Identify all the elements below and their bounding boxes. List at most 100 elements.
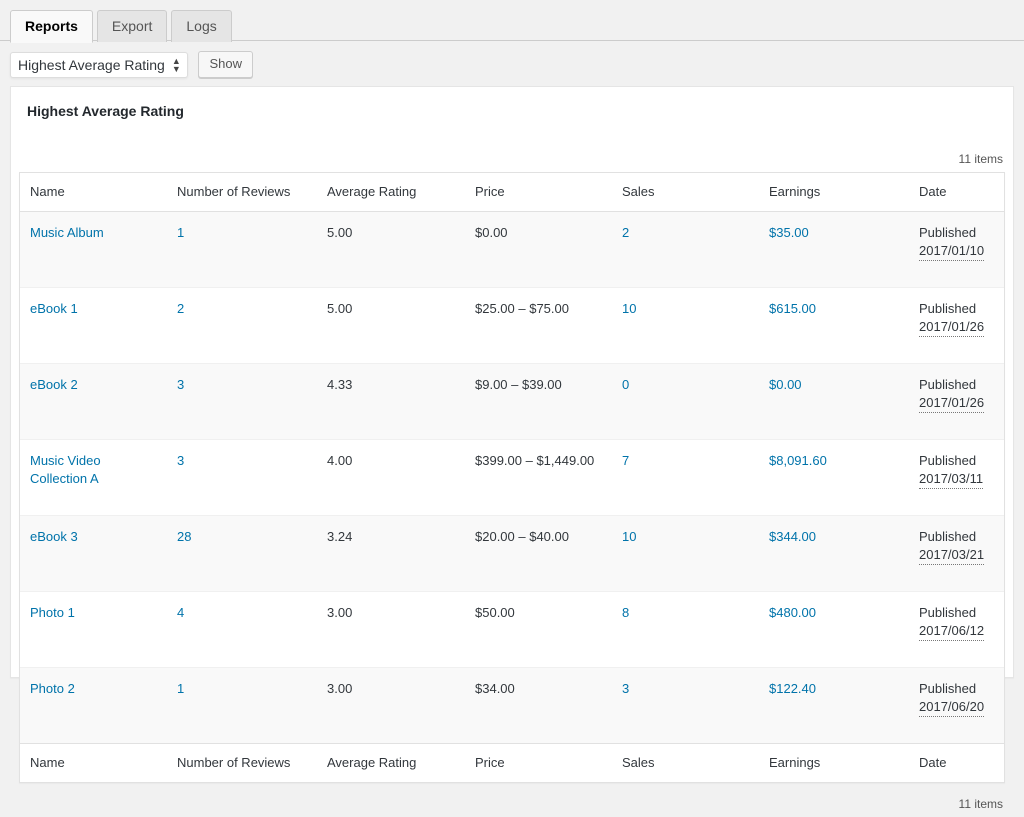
items-count-bottom: 11 items — [958, 797, 1003, 811]
tab-reports[interactable]: Reports — [10, 10, 93, 43]
cell-name: Photo 2 — [20, 668, 167, 743]
sales-count-link[interactable]: 3 — [622, 681, 629, 696]
table-header-row: Name Number of Reviews Average Rating Pr… — [20, 173, 1004, 212]
earnings-link[interactable]: $480.00 — [769, 605, 816, 620]
cell-sales: 0 — [612, 364, 759, 440]
cell-date: Published 2017/06/12 — [909, 592, 1004, 668]
sales-count-link[interactable]: 2 — [622, 225, 629, 240]
table-body: Music Album 1 5.00 $0.00 2 $35.00 Published 201… — [20, 212, 1004, 743]
table-row: eBook 1 2 5.00 $25.00 – $75.00 10 $615.00 Publ… — [20, 288, 1004, 364]
column-header-price[interactable]: Price — [465, 173, 612, 212]
cell-reviews: 1 — [167, 668, 317, 743]
column-header-rating[interactable]: Average Rating — [317, 173, 465, 212]
column-footer-price[interactable]: Price — [465, 743, 612, 782]
sales-count-link[interactable]: 10 — [622, 301, 636, 316]
date-value: 2017/06/12 — [919, 622, 985, 641]
cell-average-rating: 5.00 — [317, 288, 465, 364]
reviews-count-link[interactable]: 3 — [177, 453, 184, 468]
date-status-label: Published — [919, 225, 977, 240]
column-header-reviews[interactable]: Number of Reviews — [167, 173, 317, 212]
product-name-link[interactable]: Photo 2 — [30, 681, 75, 696]
select-updown-arrow-icon: ▲ ▼ — [171, 56, 181, 74]
report-type-select[interactable]: Highest Average Rating ▲ ▼ — [10, 51, 188, 78]
sales-count-link[interactable]: 7 — [622, 453, 629, 468]
tab-logs-label: Logs — [186, 18, 217, 34]
cell-sales: 3 — [612, 668, 759, 743]
column-footer-name[interactable]: Name — [20, 743, 167, 782]
tab-reports-label: Reports — [25, 18, 78, 34]
cell-date: Published 2017/01/26 — [909, 364, 1004, 440]
table-foot: Name Number of Reviews Average Rating Pr… — [20, 743, 1004, 782]
cell-reviews: 3 — [167, 364, 317, 440]
product-name-link[interactable]: eBook 2 — [30, 377, 78, 392]
cell-name: eBook 2 — [20, 364, 167, 440]
table-row: Music Album 1 5.00 $0.00 2 $35.00 Published 201… — [20, 212, 1004, 288]
sales-count-link[interactable]: 10 — [622, 529, 636, 544]
cell-earnings: $344.00 — [759, 516, 909, 592]
reviews-count-link[interactable]: 1 — [177, 681, 184, 696]
product-name-link[interactable]: Photo 1 — [30, 605, 75, 620]
column-header-date[interactable]: Date — [909, 173, 1004, 212]
tab-logs[interactable]: Logs — [171, 10, 232, 42]
product-name-link[interactable]: eBook 3 — [30, 529, 78, 544]
date-value: 2017/01/26 — [919, 318, 985, 337]
column-footer-date[interactable]: Date — [909, 743, 1004, 782]
earnings-link[interactable]: $615.00 — [769, 301, 816, 316]
cell-reviews: 1 — [167, 212, 317, 288]
cell-average-rating: 3.00 — [317, 592, 465, 668]
product-name-link[interactable]: Music Album — [30, 225, 104, 240]
cell-earnings: $615.00 — [759, 288, 909, 364]
reviews-count-link[interactable]: 1 — [177, 225, 184, 240]
reviews-count-link[interactable]: 3 — [177, 377, 184, 392]
product-name-link[interactable]: eBook 1 — [30, 301, 78, 316]
column-footer-rating[interactable]: Average Rating — [317, 743, 465, 782]
date-value: 2017/01/10 — [919, 242, 985, 261]
cell-date: Published 2017/03/21 — [909, 516, 1004, 592]
column-footer-sales[interactable]: Sales — [612, 743, 759, 782]
cell-date: Published 2017/01/10 — [909, 212, 1004, 288]
sales-count-link[interactable]: 8 — [622, 605, 629, 620]
cell-reviews: 2 — [167, 288, 317, 364]
table-row: Music Video Collection A 3 4.00 $399.00 – $… — [20, 440, 1004, 516]
tab-export-label: Export — [111, 18, 153, 34]
earnings-link[interactable]: $344.00 — [769, 529, 816, 544]
table-row: Photo 1 4 3.00 $50.00 8 $480.00 Published 2017/… — [20, 592, 1004, 668]
cell-reviews: 28 — [167, 516, 317, 592]
column-header-earnings[interactable]: Earnings — [759, 173, 909, 212]
cell-earnings: $8,091.60 — [759, 440, 909, 516]
cell-price: $399.00 – $1,449.00 — [465, 440, 612, 516]
date-value: 2017/01/26 — [919, 394, 985, 413]
earnings-link[interactable]: $8,091.60 — [769, 453, 827, 468]
reviews-count-link[interactable]: 28 — [177, 529, 191, 544]
cell-reviews: 4 — [167, 592, 317, 668]
cell-sales: 2 — [612, 212, 759, 288]
earnings-link[interactable]: $35.00 — [769, 225, 809, 240]
column-footer-earnings[interactable]: Earnings — [759, 743, 909, 782]
date-status-label: Published — [919, 453, 977, 468]
earnings-link[interactable]: $0.00 — [769, 377, 802, 392]
select-arrow-down-glyph: ▼ — [171, 63, 181, 74]
column-footer-reviews[interactable]: Number of Reviews — [167, 743, 317, 782]
show-button[interactable]: Show — [198, 51, 253, 78]
cell-sales: 8 — [612, 592, 759, 668]
cell-date: Published 2017/06/20 — [909, 668, 1004, 743]
earnings-link[interactable]: $122.40 — [769, 681, 816, 696]
reports-table: Name Number of Reviews Average Rating Pr… — [19, 172, 1005, 783]
sales-count-link[interactable]: 0 — [622, 377, 629, 392]
table-head: Name Number of Reviews Average Rating Pr… — [20, 173, 1004, 212]
table-footer-row: Name Number of Reviews Average Rating Pr… — [20, 743, 1004, 782]
column-header-name[interactable]: Name — [20, 173, 167, 212]
date-status-label: Published — [919, 377, 977, 392]
product-name-link[interactable]: Music Video Collection A — [30, 453, 101, 486]
report-toolbar: Highest Average Rating ▲ ▼ Show — [0, 41, 1024, 86]
column-header-sales[interactable]: Sales — [612, 173, 759, 212]
reviews-count-link[interactable]: 4 — [177, 605, 184, 620]
cell-name: Music Video Collection A — [20, 440, 167, 516]
date-status-label: Published — [919, 605, 977, 620]
cell-sales: 7 — [612, 440, 759, 516]
reviews-count-link[interactable]: 2 — [177, 301, 184, 316]
table-row: Photo 2 1 3.00 $34.00 3 $122.40 Published 2017/… — [20, 668, 1004, 743]
tab-export[interactable]: Export — [96, 10, 168, 42]
cell-date: Published 2017/01/26 — [909, 288, 1004, 364]
table-row: eBook 2 3 4.33 $9.00 – $39.00 0 $0.00 Publishe… — [20, 364, 1004, 440]
